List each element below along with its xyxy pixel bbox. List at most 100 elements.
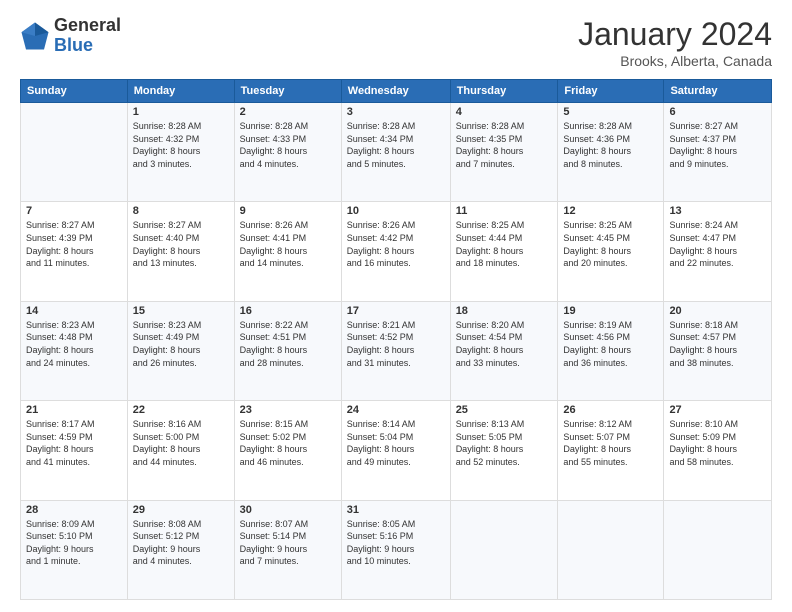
- day-info: Sunrise: 8:19 AMSunset: 4:56 PMDaylight:…: [563, 319, 658, 369]
- day-info: Sunrise: 8:26 AMSunset: 4:42 PMDaylight:…: [347, 219, 445, 269]
- day-info: Sunrise: 8:07 AMSunset: 5:14 PMDaylight:…: [240, 518, 336, 568]
- day-info: Sunrise: 8:09 AMSunset: 5:10 PMDaylight:…: [26, 518, 122, 568]
- calendar-cell: [450, 500, 558, 599]
- calendar-cell: 5 Sunrise: 8:28 AMSunset: 4:36 PMDaylight…: [558, 103, 664, 202]
- calendar-cell: 16 Sunrise: 8:22 AMSunset: 4:51 PMDayligh…: [234, 301, 341, 400]
- day-number: 6: [669, 106, 766, 118]
- day-number: 15: [133, 305, 229, 317]
- title-block: January 2024 Brooks, Alberta, Canada: [578, 16, 772, 69]
- day-info: Sunrise: 8:26 AMSunset: 4:41 PMDaylight:…: [240, 219, 336, 269]
- day-number: 26: [563, 404, 658, 416]
- day-info: Sunrise: 8:10 AMSunset: 5:09 PMDaylight:…: [669, 418, 766, 468]
- calendar-cell: 7 Sunrise: 8:27 AMSunset: 4:39 PMDaylight…: [21, 202, 128, 301]
- day-number: 10: [347, 205, 445, 217]
- day-info: Sunrise: 8:28 AMSunset: 4:35 PMDaylight:…: [456, 120, 553, 170]
- calendar-cell: 12 Sunrise: 8:25 AMSunset: 4:45 PMDayligh…: [558, 202, 664, 301]
- day-info: Sunrise: 8:24 AMSunset: 4:47 PMDaylight:…: [669, 219, 766, 269]
- weekday-header-monday: Monday: [127, 80, 234, 103]
- day-number: 3: [347, 106, 445, 118]
- day-info: Sunrise: 8:23 AMSunset: 4:48 PMDaylight:…: [26, 319, 122, 369]
- day-number: 21: [26, 404, 122, 416]
- calendar-cell: 8Sunrise: 8:27 AMSunset: 4:40 PMDaylight…: [127, 202, 234, 301]
- logo-general: General: [54, 16, 121, 36]
- day-number: 7: [26, 205, 122, 217]
- day-number: 30: [240, 504, 336, 516]
- day-number: 4: [456, 106, 553, 118]
- calendar-cell: 26 Sunrise: 8:12 AMSunset: 5:07 PMDayligh…: [558, 401, 664, 500]
- day-info: Sunrise: 8:23 AMSunset: 4:49 PMDaylight:…: [133, 319, 229, 369]
- calendar-cell: 23Sunrise: 8:15 AMSunset: 5:02 PMDayligh…: [234, 401, 341, 500]
- day-info: Sunrise: 8:14 AMSunset: 5:04 PMDaylight:…: [347, 418, 445, 468]
- day-number: 12: [563, 205, 658, 217]
- calendar-cell: 4 Sunrise: 8:28 AMSunset: 4:35 PMDaylight…: [450, 103, 558, 202]
- calendar-cell: 6 Sunrise: 8:27 AMSunset: 4:37 PMDaylight…: [664, 103, 772, 202]
- day-number: 25: [456, 404, 553, 416]
- day-number: 27: [669, 404, 766, 416]
- weekday-header-wednesday: Wednesday: [341, 80, 450, 103]
- day-info: Sunrise: 8:12 AMSunset: 5:07 PMDaylight:…: [563, 418, 658, 468]
- calendar-cell: 27 Sunrise: 8:10 AMSunset: 5:09 PMDayligh…: [664, 401, 772, 500]
- day-info: Sunrise: 8:22 AMSunset: 4:51 PMDaylight:…: [240, 319, 336, 369]
- day-info: Sunrise: 8:28 AMSunset: 4:32 PMDaylight:…: [133, 120, 229, 170]
- page: General Blue January 2024 Brooks, Albert…: [0, 0, 792, 612]
- calendar-week-5: 28 Sunrise: 8:09 AMSunset: 5:10 PMDayligh…: [21, 500, 772, 599]
- calendar-week-1: 1 Sunrise: 8:28 AMSunset: 4:32 PMDaylight…: [21, 103, 772, 202]
- day-info: Sunrise: 8:27 AMSunset: 4:40 PMDaylight:…: [133, 219, 229, 269]
- day-number: 11: [456, 205, 553, 217]
- calendar-week-2: 7 Sunrise: 8:27 AMSunset: 4:39 PMDaylight…: [21, 202, 772, 301]
- day-info: Sunrise: 8:27 AMSunset: 4:37 PMDaylight:…: [669, 120, 766, 170]
- logo-text: General Blue: [54, 16, 121, 56]
- header: General Blue January 2024 Brooks, Albert…: [20, 16, 772, 69]
- day-info: Sunrise: 8:08 AMSunset: 5:12 PMDaylight:…: [133, 518, 229, 568]
- day-number: 16: [240, 305, 336, 317]
- day-number: 14: [26, 305, 122, 317]
- logo-icon: [20, 21, 50, 51]
- calendar-cell: 3 Sunrise: 8:28 AMSunset: 4:34 PMDaylight…: [341, 103, 450, 202]
- calendar-cell: 24 Sunrise: 8:14 AMSunset: 5:04 PMDayligh…: [341, 401, 450, 500]
- day-number: 31: [347, 504, 445, 516]
- calendar-cell: 25 Sunrise: 8:13 AMSunset: 5:05 PMDayligh…: [450, 401, 558, 500]
- day-number: 19: [563, 305, 658, 317]
- weekday-header-saturday: Saturday: [664, 80, 772, 103]
- calendar-cell: 9Sunrise: 8:26 AMSunset: 4:41 PMDaylight…: [234, 202, 341, 301]
- day-info: Sunrise: 8:13 AMSunset: 5:05 PMDaylight:…: [456, 418, 553, 468]
- weekday-header-friday: Friday: [558, 80, 664, 103]
- logo-blue: Blue: [54, 36, 121, 56]
- day-info: Sunrise: 8:28 AMSunset: 4:36 PMDaylight:…: [563, 120, 658, 170]
- day-info: Sunrise: 8:20 AMSunset: 4:54 PMDaylight:…: [456, 319, 553, 369]
- day-number: 29: [133, 504, 229, 516]
- day-number: 5: [563, 106, 658, 118]
- calendar-cell: 21 Sunrise: 8:17 AMSunset: 4:59 PMDayligh…: [21, 401, 128, 500]
- calendar-cell: 14 Sunrise: 8:23 AMSunset: 4:48 PMDayligh…: [21, 301, 128, 400]
- calendar-cell: 20Sunrise: 8:18 AMSunset: 4:57 PMDayligh…: [664, 301, 772, 400]
- day-number: 1: [133, 106, 229, 118]
- calendar-cell: 1 Sunrise: 8:28 AMSunset: 4:32 PMDaylight…: [127, 103, 234, 202]
- calendar-cell: 31Sunrise: 8:05 AMSunset: 5:16 PMDayligh…: [341, 500, 450, 599]
- calendar-cell: 19 Sunrise: 8:19 AMSunset: 4:56 PMDayligh…: [558, 301, 664, 400]
- calendar-cell: 15 Sunrise: 8:23 AMSunset: 4:49 PMDayligh…: [127, 301, 234, 400]
- calendar-week-4: 21 Sunrise: 8:17 AMSunset: 4:59 PMDayligh…: [21, 401, 772, 500]
- day-number: 28: [26, 504, 122, 516]
- calendar-cell: 18Sunrise: 8:20 AMSunset: 4:54 PMDayligh…: [450, 301, 558, 400]
- day-info: Sunrise: 8:25 AMSunset: 4:44 PMDaylight:…: [456, 219, 553, 269]
- calendar-cell: [558, 500, 664, 599]
- day-number: 20: [669, 305, 766, 317]
- calendar-cell: 10 Sunrise: 8:26 AMSunset: 4:42 PMDayligh…: [341, 202, 450, 301]
- weekday-header-thursday: Thursday: [450, 80, 558, 103]
- calendar-cell: 29 Sunrise: 8:08 AMSunset: 5:12 PMDayligh…: [127, 500, 234, 599]
- calendar-cell: [664, 500, 772, 599]
- day-info: Sunrise: 8:27 AMSunset: 4:39 PMDaylight:…: [26, 219, 122, 269]
- calendar-cell: 2Sunrise: 8:28 AMSunset: 4:33 PMDaylight…: [234, 103, 341, 202]
- calendar-week-3: 14 Sunrise: 8:23 AMSunset: 4:48 PMDayligh…: [21, 301, 772, 400]
- day-info: Sunrise: 8:25 AMSunset: 4:45 PMDaylight:…: [563, 219, 658, 269]
- day-number: 24: [347, 404, 445, 416]
- day-info: Sunrise: 8:28 AMSunset: 4:33 PMDaylight:…: [240, 120, 336, 170]
- day-info: Sunrise: 8:28 AMSunset: 4:34 PMDaylight:…: [347, 120, 445, 170]
- day-info: Sunrise: 8:17 AMSunset: 4:59 PMDaylight:…: [26, 418, 122, 468]
- calendar-cell: 11 Sunrise: 8:25 AMSunset: 4:44 PMDayligh…: [450, 202, 558, 301]
- calendar-cell: 22Sunrise: 8:16 AMSunset: 5:00 PMDayligh…: [127, 401, 234, 500]
- weekday-header-tuesday: Tuesday: [234, 80, 341, 103]
- day-number: 22: [133, 404, 229, 416]
- calendar-cell: 30 Sunrise: 8:07 AMSunset: 5:14 PMDayligh…: [234, 500, 341, 599]
- day-info: Sunrise: 8:21 AMSunset: 4:52 PMDaylight:…: [347, 319, 445, 369]
